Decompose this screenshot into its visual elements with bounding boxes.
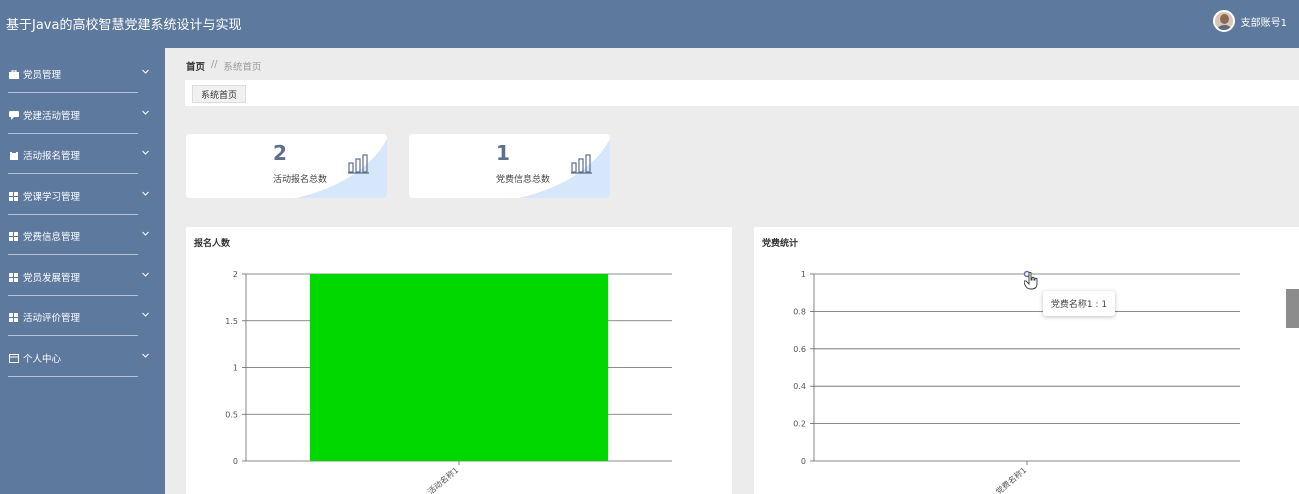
hand-cursor-icon xyxy=(1024,272,1038,290)
sidebar-item-label: 活动报名管理 xyxy=(23,151,81,162)
bar-chart-icon xyxy=(571,154,592,174)
y-tick-label: 2 xyxy=(233,270,238,279)
tab-bar: 系统首页 xyxy=(185,80,1299,106)
chart-tooltip: 党费名称1 : 1 xyxy=(1043,291,1115,316)
chevron-down-icon[interactable] xyxy=(142,230,149,237)
menu-divider xyxy=(8,92,138,93)
bar-chart-icon xyxy=(348,154,369,174)
chevron-down-icon[interactable] xyxy=(142,271,149,278)
menu-divider xyxy=(8,295,138,296)
y-tick-label: 0.2 xyxy=(793,420,806,429)
stat-value: 2 xyxy=(273,141,287,165)
menu-divider xyxy=(8,173,138,174)
sidebar-item-party-fees[interactable]: 党费信息管理 xyxy=(0,216,165,256)
y-tick-label: 0.5 xyxy=(225,410,238,419)
sidebar-item-activity-evaluation[interactable]: 活动评价管理 xyxy=(0,297,165,337)
breadcrumb: 首页 // 系统首页 xyxy=(186,59,261,73)
grid-icon xyxy=(9,312,18,322)
stat-card-signups: 2 活动报名总数 xyxy=(186,134,387,198)
briefcase-icon xyxy=(9,69,19,79)
y-tick-label: 0.6 xyxy=(793,345,806,354)
sidebar-item-label: 党员发展管理 xyxy=(23,273,81,284)
bar-chart: 0 0.5 1 1.5 2 活动名称1 xyxy=(225,270,672,494)
sidebar: 党员管理 党建活动管理 活动报名管理 党课学习管理 党费信息管理 党员发展管理 … xyxy=(0,48,165,494)
y-tick-label: 1 xyxy=(233,364,238,373)
menu-divider xyxy=(8,335,138,336)
sidebar-item-label: 党员管理 xyxy=(23,70,62,81)
chart-card-fees: 党费统计 0 0.2 0.4 0.6 0.8 1 党费名称1 xyxy=(754,227,1299,494)
sidebar-item-label: 个人中心 xyxy=(23,354,62,365)
stat-label: 党费信息总数 xyxy=(496,175,551,185)
sidebar-item-party-members[interactable]: 党员管理 xyxy=(0,54,165,94)
sidebar-item-label: 党课学习管理 xyxy=(23,192,81,203)
breadcrumb-home[interactable]: 首页 xyxy=(186,59,205,73)
chevron-down-icon[interactable] xyxy=(142,190,149,197)
menu-divider xyxy=(8,254,138,255)
chat-icon xyxy=(9,110,19,120)
breadcrumb-separator: // xyxy=(211,59,218,70)
breadcrumb-current: 系统首页 xyxy=(223,62,262,73)
user-menu[interactable]: 支部账号1 xyxy=(1212,10,1287,32)
tab-system-home[interactable]: 系统首页 xyxy=(192,85,247,103)
stat-card-fees: 1 党费信息总数 xyxy=(409,134,610,198)
sidebar-item-label: 活动评价管理 xyxy=(23,313,81,324)
menu-divider xyxy=(8,376,138,377)
sidebar-item-label: 党建活动管理 xyxy=(23,111,81,122)
y-tick-label: 1 xyxy=(801,270,806,279)
x-tick-label: 党费名称1 xyxy=(993,465,1028,494)
y-tick-label: 0.4 xyxy=(793,382,806,391)
y-tick-label: 0.8 xyxy=(793,307,806,316)
grid-icon xyxy=(9,272,18,282)
window-icon xyxy=(9,353,19,363)
x-tick-label: 活动名称1 xyxy=(425,465,460,494)
chevron-down-icon[interactable] xyxy=(142,149,149,156)
line-chart: 0 0.2 0.4 0.6 0.8 1 党费名称1 xyxy=(793,270,1240,494)
stat-value: 1 xyxy=(496,141,510,165)
top-header: 基于Java的高校智慧党建系统设计与实现 支部账号1 xyxy=(0,0,1299,48)
bar xyxy=(309,274,609,461)
chevron-down-icon[interactable] xyxy=(142,109,149,116)
grid-icon xyxy=(9,231,18,241)
user-name[interactable]: 支部账号1 xyxy=(1241,14,1287,29)
y-tick-label: 0 xyxy=(801,457,806,466)
sidebar-item-activity-signup[interactable]: 活动报名管理 xyxy=(0,135,165,175)
sidebar-item-label: 党费信息管理 xyxy=(23,232,81,243)
clipboard-icon xyxy=(10,150,18,160)
avatar[interactable] xyxy=(1212,10,1235,32)
menu-divider xyxy=(8,133,138,134)
sidebar-item-party-courses[interactable]: 党课学习管理 xyxy=(0,176,165,216)
grid-icon xyxy=(9,191,18,201)
chart-card-signups: 报名人数 0 0.5 1 1.5 2 活动名称1 xyxy=(186,227,732,494)
y-tick-label: 1.5 xyxy=(225,317,238,326)
scrollbar-thumb[interactable] xyxy=(1286,289,1299,328)
chevron-down-icon[interactable] xyxy=(142,68,149,75)
chevron-down-icon[interactable] xyxy=(142,311,149,318)
chevron-down-icon[interactable] xyxy=(142,352,149,359)
sidebar-item-member-development[interactable]: 党员发展管理 xyxy=(0,257,165,297)
y-tick-label: 0 xyxy=(233,457,238,466)
sidebar-item-personal-center[interactable]: 个人中心 xyxy=(0,338,165,378)
app-title: 基于Java的高校智慧党建系统设计与实现 xyxy=(6,18,242,33)
menu-divider xyxy=(8,214,138,215)
stat-label: 活动报名总数 xyxy=(273,175,328,185)
sidebar-item-party-activities[interactable]: 党建活动管理 xyxy=(0,95,165,135)
